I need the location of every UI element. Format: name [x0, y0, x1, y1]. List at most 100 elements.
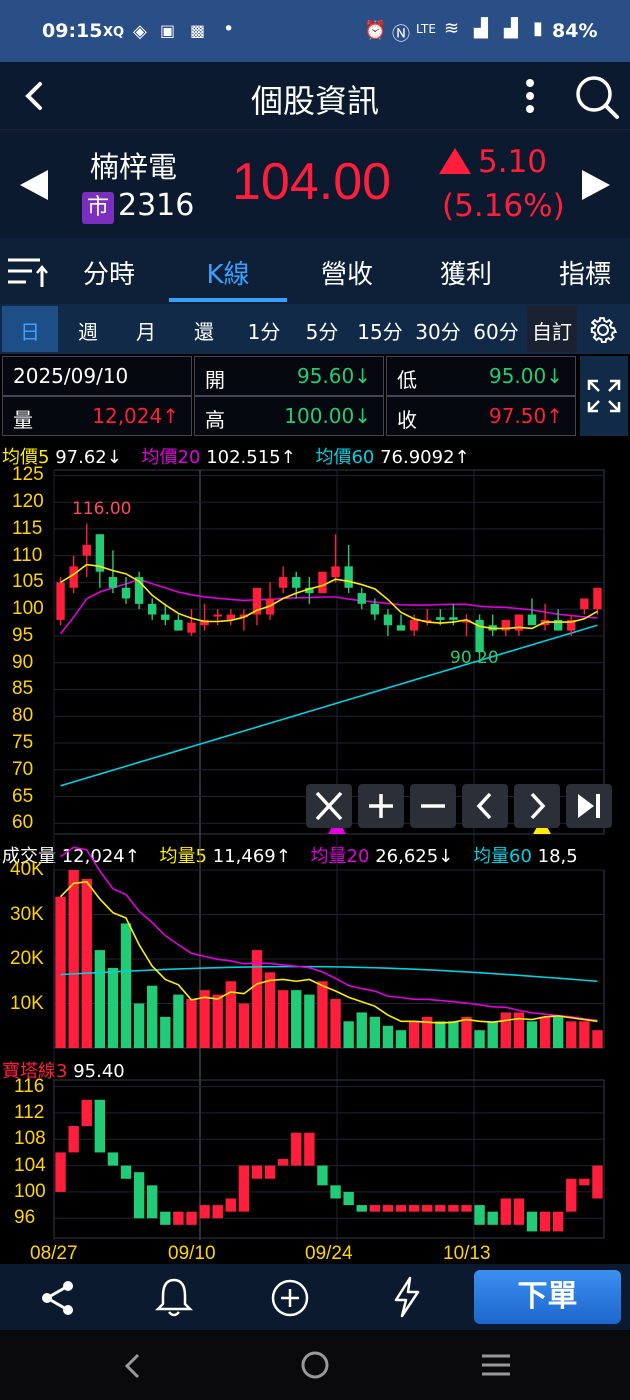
tower-block [448, 1205, 459, 1212]
tower-block [107, 1152, 119, 1166]
tower-block [238, 1165, 250, 1212]
volume-bar [330, 999, 341, 1048]
tower-block [147, 1185, 158, 1219]
tower-block [317, 1165, 328, 1186]
volume-bar [55, 896, 66, 1048]
tower-block [343, 1191, 354, 1206]
tower-tick-label: 112 [14, 1101, 45, 1123]
volume-bar [487, 1021, 498, 1048]
volume-tick-label: 30K [10, 903, 44, 925]
date-tick-label: 09/10 [168, 1243, 216, 1264]
tower-block [330, 1185, 341, 1199]
skip-end-icon [578, 794, 600, 818]
tower-block [291, 1132, 302, 1166]
volume-bar [526, 1021, 538, 1048]
system-back-icon[interactable] [120, 1352, 146, 1380]
tower-block [120, 1165, 132, 1179]
volume-bar [173, 994, 184, 1048]
tower-block [579, 1178, 590, 1186]
tower-block [264, 1165, 276, 1179]
volume-bar [448, 1021, 459, 1048]
volume-bar [186, 999, 197, 1048]
candle-body [148, 603, 157, 615]
volume-bar [474, 1030, 485, 1048]
candle-body [213, 614, 222, 617]
tower-block [526, 1211, 538, 1232]
tower-block [566, 1178, 577, 1212]
tower-block [500, 1198, 511, 1225]
scroll-left-button[interactable] [462, 784, 508, 828]
tower-block [68, 1126, 79, 1153]
scroll-right-button[interactable] [514, 784, 560, 828]
candle-body [527, 614, 537, 626]
price-tick-label: 80 [12, 705, 34, 727]
volume-bar [264, 972, 276, 1048]
zoom-out-button[interactable] [410, 784, 456, 828]
tower-block [382, 1205, 394, 1212]
volume-bar [120, 923, 132, 1048]
price-tick-label: 115 [12, 517, 43, 539]
date-tick-label: 09/24 [305, 1243, 353, 1264]
price-tick-label: 120 [12, 491, 44, 513]
share-icon[interactable] [40, 1280, 76, 1316]
tower-block [173, 1211, 184, 1225]
volume-bar [356, 1012, 367, 1048]
vol-ma60-line [60, 965, 598, 983]
candle-body [593, 587, 602, 610]
candle-body [436, 617, 445, 620]
volume-tick-label: 20K [10, 948, 44, 969]
bell-icon[interactable] [154, 1276, 194, 1318]
candle-body [580, 598, 589, 610]
tower-block [513, 1198, 525, 1225]
vol-ma5-line [59, 881, 598, 1024]
plus-icon [369, 794, 393, 818]
candle-body [357, 593, 366, 604]
price-tick-label: 60 [12, 812, 34, 834]
candle-body [318, 571, 327, 594]
price-tick-label: 105 [12, 571, 44, 593]
candle-body [396, 625, 406, 631]
volume-bar [513, 1012, 525, 1048]
candle-body [161, 614, 170, 620]
candle-body [187, 622, 196, 633]
volume-bar [408, 1021, 420, 1048]
kline-chart[interactable] [0, 0, 630, 1264]
tower-block [133, 1172, 145, 1219]
candle-body [409, 619, 419, 631]
volume-bar [133, 1003, 145, 1048]
tower-block [435, 1205, 446, 1212]
date-tick-label: 08/27 [30, 1243, 78, 1264]
tower-block [461, 1205, 472, 1212]
candle-body [449, 617, 458, 620]
zoom-in-button[interactable] [358, 784, 404, 828]
tower-block [277, 1159, 289, 1166]
tower-tick-label: 116 [14, 1075, 45, 1097]
close-chart-button[interactable] [306, 784, 352, 828]
tower-block [251, 1165, 263, 1179]
system-recents-icon[interactable] [480, 1352, 512, 1378]
price-tick-label: 90 [12, 651, 34, 673]
chevron-right-icon [530, 792, 546, 820]
candle-body [278, 577, 288, 588]
place-order-button[interactable]: 下單 [474, 1270, 621, 1324]
volume-bar [579, 1021, 590, 1048]
minus-icon [421, 804, 445, 808]
system-home-icon[interactable] [300, 1350, 330, 1380]
lightning-icon[interactable] [392, 1276, 422, 1318]
tower-block [94, 1099, 106, 1153]
volume-bar [94, 950, 106, 1048]
skip-to-end-button[interactable] [566, 784, 612, 828]
candle-body [331, 566, 340, 578]
tower-block [539, 1211, 551, 1232]
price-tick-label: 125 [12, 464, 44, 486]
tower-block [225, 1198, 236, 1212]
tower-block [552, 1211, 564, 1232]
volume-bar [592, 1030, 603, 1048]
volume-bar [552, 1016, 564, 1048]
volume-bar [343, 1021, 354, 1048]
volume-bar [291, 990, 302, 1048]
volume-bar [500, 1012, 511, 1048]
add-circle-icon[interactable] [270, 1278, 310, 1318]
close-icon [315, 791, 343, 821]
volume-bar [199, 990, 210, 1048]
